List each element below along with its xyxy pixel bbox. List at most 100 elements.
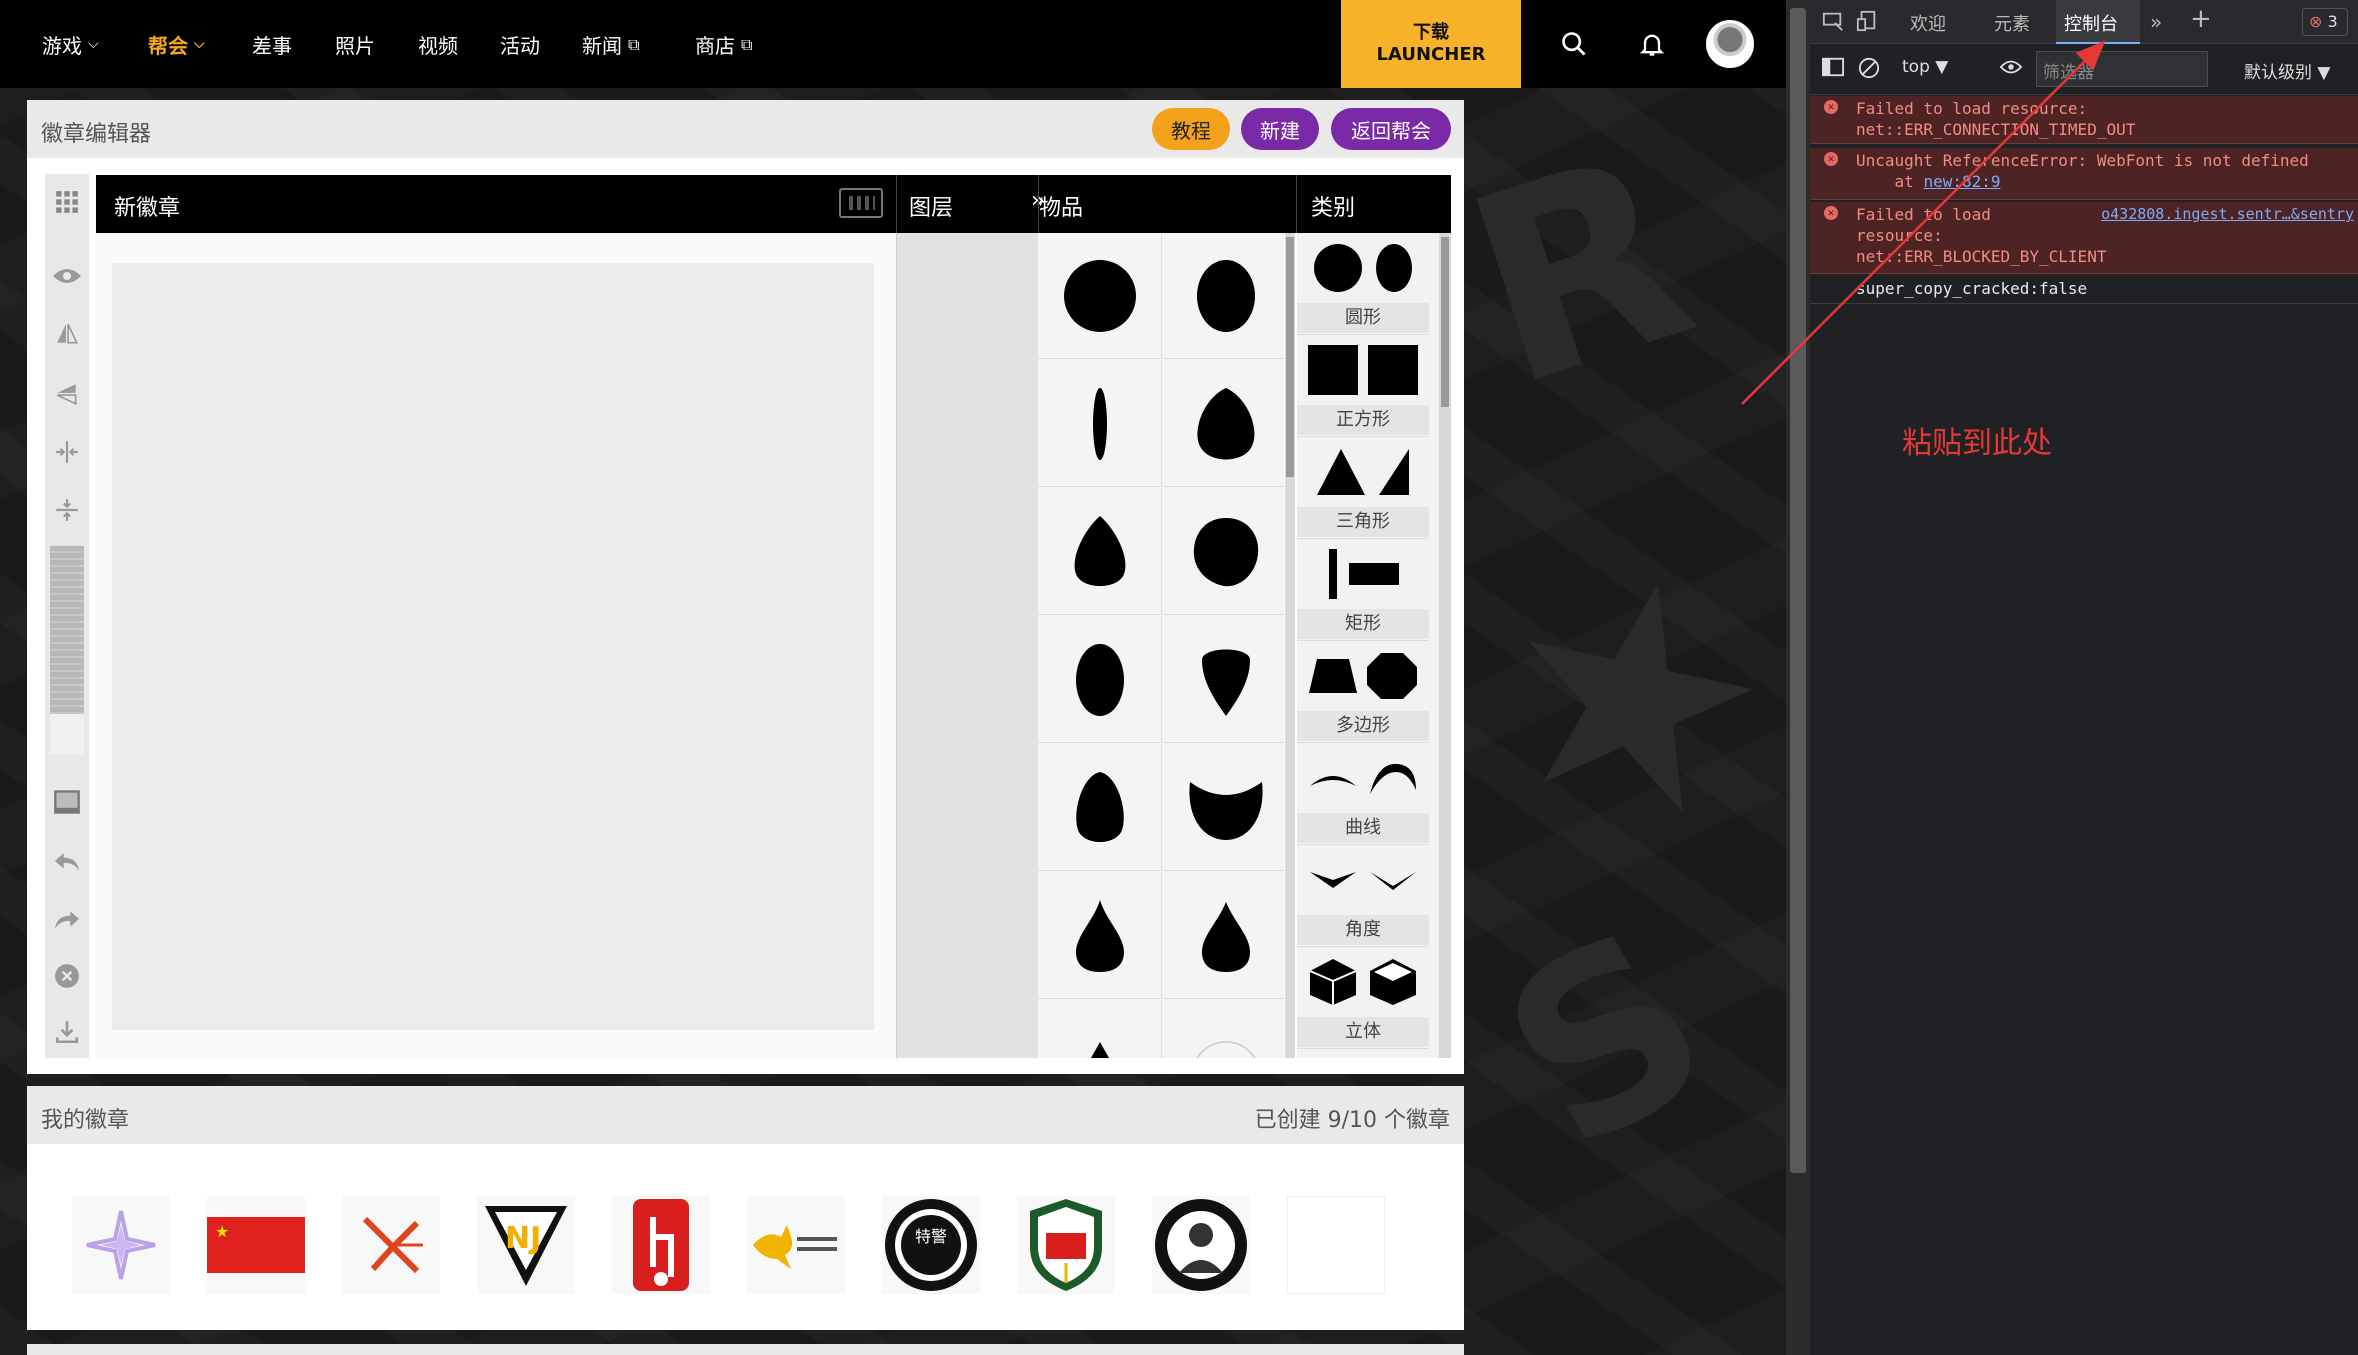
badge-star[interactable]	[72, 1196, 170, 1294]
badge-nj-triangle[interactable]: NJ	[477, 1196, 575, 1294]
badge-china-flag[interactable]: ★	[207, 1196, 305, 1294]
badge-red-seal[interactable]	[612, 1196, 710, 1294]
shape-crescent-bowl[interactable]	[1164, 745, 1284, 871]
shapes-scrollbar[interactable]	[1285, 233, 1295, 1058]
category-square[interactable]: 正方形	[1297, 335, 1429, 437]
add-tab-icon[interactable]: +	[2190, 4, 2212, 34]
shape-circle[interactable]	[1038, 233, 1162, 359]
center-horizontal-icon[interactable]	[49, 434, 85, 470]
category-triangle[interactable]: 三角形	[1297, 437, 1429, 539]
message-line: net::ERR_CONNECTION_TIMED_OUT	[1856, 120, 2136, 139]
device-inspect-icon[interactable]	[1822, 10, 1844, 37]
flip-horizontal-icon[interactable]	[49, 316, 85, 352]
source-link[interactable]: o432808.ingest.sentr…&sentry	[2101, 204, 2354, 225]
shape-triangle-partial[interactable]	[1038, 1001, 1162, 1058]
category-3d[interactable]: 立体	[1297, 947, 1429, 1049]
launcher-line2: LAUNCHER	[1376, 44, 1486, 65]
opacity-slider-handle[interactable]	[50, 714, 84, 754]
console-filter-input[interactable]: 筛选器	[2036, 51, 2208, 87]
badge-anonymous[interactable]	[1152, 1196, 1250, 1294]
eye-icon[interactable]	[1999, 57, 2023, 81]
categories-scrollbar[interactable]	[1439, 233, 1451, 1058]
badge-name-field[interactable]: 新徽章	[114, 190, 180, 222]
items-tab[interactable]: 物品	[1039, 190, 1083, 222]
clear-console-icon[interactable]	[1858, 57, 1880, 84]
shape-oval-tall[interactable]	[1038, 617, 1162, 743]
shape-shield-drop[interactable]	[1164, 617, 1284, 743]
tab-welcome[interactable]: 欢迎	[1910, 10, 1946, 36]
shape-blob[interactable]	[1164, 489, 1284, 615]
page-scrollbar[interactable]	[1786, 0, 1810, 1355]
nav-videos[interactable]: 视频	[418, 30, 458, 59]
badge-x-logo[interactable]	[342, 1196, 440, 1294]
shape-egg[interactable]	[1164, 361, 1284, 487]
shape-raindrop[interactable]	[1038, 873, 1162, 999]
nav-store-label: 商店	[695, 34, 735, 58]
shape-circle-outline[interactable]	[1164, 1001, 1284, 1058]
category-curve[interactable]: 曲线	[1297, 743, 1429, 845]
more-tabs-icon[interactable]: »	[2150, 10, 2162, 34]
launcher-line1: 下载	[1413, 22, 1449, 43]
back-to-crew-button[interactable]: 返回帮会	[1331, 108, 1451, 150]
bell-icon[interactable]	[1630, 22, 1674, 66]
scroll-thumb[interactable]	[1286, 237, 1294, 477]
error-count-badge[interactable]: ⊗ 3	[2302, 8, 2348, 36]
tutorial-button[interactable]: 教程	[1152, 108, 1230, 150]
download-launcher-button[interactable]: 下载 LAUNCHER	[1341, 0, 1521, 88]
error-icon: ✕	[1824, 206, 1838, 220]
sidebar-toggle-icon[interactable]	[1822, 57, 1844, 82]
tab-console[interactable]: 控制台	[2064, 10, 2118, 36]
grid-icon[interactable]	[49, 184, 85, 220]
category-polygon[interactable]: 多边形	[1297, 641, 1429, 743]
categories-tab[interactable]: 类别	[1311, 190, 1355, 222]
context-selector[interactable]: top ▼	[1902, 57, 1964, 85]
scroll-thumb[interactable]	[1441, 237, 1449, 407]
error-count: 3	[2327, 12, 2338, 31]
nav-events[interactable]: 活动	[500, 30, 540, 59]
shape-thin-ellipse[interactable]	[1038, 361, 1162, 487]
nav-store[interactable]: 商店 ⧉	[695, 30, 752, 59]
new-button[interactable]: 新建	[1241, 108, 1319, 150]
avatar[interactable]	[1706, 20, 1754, 68]
center-vertical-icon[interactable]	[49, 492, 85, 528]
download-icon[interactable]	[49, 1014, 85, 1050]
eye-icon[interactable]	[49, 258, 85, 294]
flip-vertical-icon[interactable]	[49, 376, 85, 412]
badge-empty-slot[interactable]	[1287, 1196, 1385, 1294]
chevron-down-icon: ⌵	[88, 35, 99, 52]
scroll-thumb[interactable]	[1790, 8, 1806, 1173]
image-icon[interactable]	[49, 784, 85, 820]
search-icon[interactable]	[1552, 22, 1596, 66]
badge-army-shield[interactable]	[1017, 1196, 1115, 1294]
nav-games[interactable]: 游戏 ⌵	[42, 30, 99, 59]
shape-teardrop-round[interactable]	[1038, 489, 1162, 615]
badge-swat[interactable]: 特警	[882, 1196, 980, 1294]
category-angle[interactable]: 角度	[1297, 845, 1429, 947]
layers-tab[interactable]: 图层	[909, 190, 953, 222]
emblem-canvas[interactable]	[112, 263, 874, 1030]
shape-ellipse[interactable]	[1164, 233, 1284, 359]
nav-crews[interactable]: 帮会 ⌵	[148, 30, 205, 59]
redo-icon[interactable]	[49, 902, 85, 938]
category-circle[interactable]: 圆形	[1297, 233, 1429, 335]
nav-jobs[interactable]: 差事	[252, 30, 292, 59]
device-toggle-icon[interactable]	[1856, 10, 1878, 37]
shape-egg-tall[interactable]	[1038, 745, 1162, 871]
badge-kangaroo[interactable]	[747, 1196, 845, 1294]
category-preview	[1297, 845, 1429, 915]
nav-jobs-label: 差事	[252, 34, 292, 58]
category-more[interactable]	[1297, 1049, 1429, 1058]
shape-raindrop-2[interactable]	[1164, 873, 1284, 999]
nav-news[interactable]: 新闻 ⧉	[582, 30, 639, 59]
nav-photos[interactable]: 照片	[335, 30, 375, 59]
category-rectangle[interactable]: 矩形	[1297, 539, 1429, 641]
editor-toolbar: 新徽章 图层 » 物品 类别	[96, 175, 1451, 233]
log-level-dropdown[interactable]: 默认级别 ▼	[2244, 58, 2330, 83]
undo-icon[interactable]	[49, 844, 85, 880]
tab-elements[interactable]: 元素	[1994, 10, 2030, 36]
nav-events-label: 活动	[500, 34, 540, 58]
dropdown-arrow-icon: ▼	[2317, 63, 2331, 83]
source-link[interactable]: new:82:9	[1923, 172, 2000, 191]
keyboard-icon[interactable]	[839, 188, 883, 218]
delete-icon[interactable]	[49, 958, 85, 994]
